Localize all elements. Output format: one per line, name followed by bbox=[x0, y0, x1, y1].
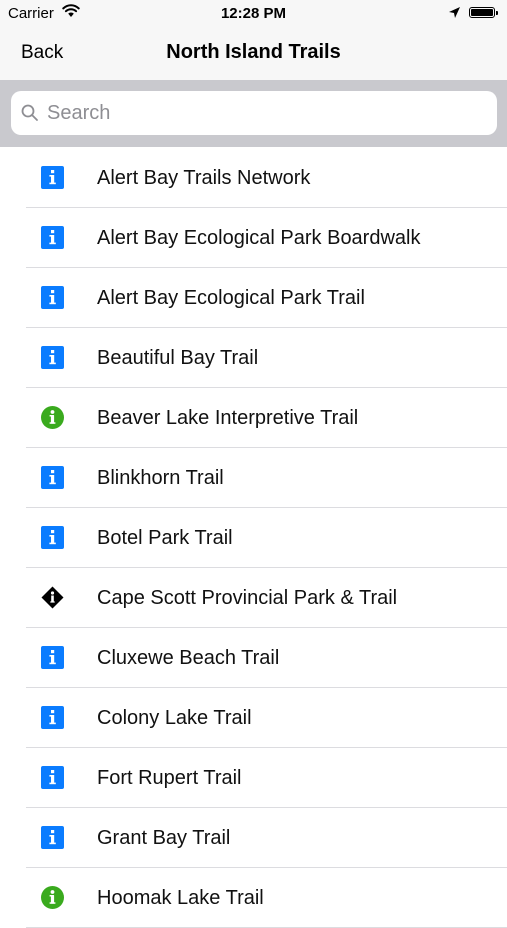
trail-list: Alert Bay Trails Network Alert Bay Ecolog… bbox=[0, 148, 507, 928]
info-square-icon bbox=[41, 346, 64, 369]
trail-row[interactable]: Beaver Lake Interpretive Trail bbox=[0, 388, 507, 448]
info-circle-icon bbox=[41, 406, 64, 429]
search-field[interactable] bbox=[11, 91, 497, 135]
search-icon bbox=[21, 104, 39, 127]
info-square-icon bbox=[41, 226, 64, 249]
info-square-icon bbox=[41, 766, 64, 789]
search-input[interactable] bbox=[47, 91, 487, 135]
trail-row[interactable]: Botel Park Trail bbox=[0, 508, 507, 568]
trail-name: Fort Rupert Trail bbox=[97, 767, 242, 789]
page-title: North Island Trails bbox=[166, 41, 341, 63]
trail-name: Alert Bay Ecological Park Trail bbox=[97, 287, 365, 309]
trail-row[interactable]: Cape Scott Provincial Park & Trail bbox=[0, 568, 507, 628]
trail-name: Alert Bay Ecological Park Boardwalk bbox=[97, 227, 421, 249]
info-square-icon bbox=[41, 166, 64, 189]
trail-row[interactable]: Alert Bay Ecological Park Boardwalk bbox=[0, 208, 507, 268]
info-square-icon bbox=[41, 466, 64, 489]
info-square-icon bbox=[41, 526, 64, 549]
status-time: 12:28 PM bbox=[220, 5, 287, 22]
trail-name: Beautiful Bay Trail bbox=[97, 347, 259, 369]
trail-row[interactable]: Cluxewe Beach Trail bbox=[0, 628, 507, 688]
trail-name: Alert Bay Trails Network bbox=[97, 167, 311, 189]
status-bar: Carrier 12:28 PM bbox=[0, 0, 507, 28]
trail-row[interactable]: Blinkhorn Trail bbox=[0, 448, 507, 508]
trail-name: Cape Scott Provincial Park & Trail bbox=[97, 587, 398, 609]
trail-row[interactable]: Alert Bay Ecological Park Trail bbox=[0, 268, 507, 328]
trail-row[interactable]: Beautiful Bay Trail bbox=[0, 328, 507, 388]
trail-row[interactable]: Fort Rupert Trail bbox=[0, 748, 507, 808]
trail-name: Cluxewe Beach Trail bbox=[97, 647, 280, 669]
trail-name: Botel Park Trail bbox=[97, 527, 233, 549]
trail-row[interactable]: Colony Lake Trail bbox=[0, 688, 507, 748]
trail-name: Beaver Lake Interpretive Trail bbox=[97, 407, 359, 429]
trail-name: Colony Lake Trail bbox=[97, 707, 252, 729]
info-square-icon bbox=[41, 286, 64, 309]
info-square-icon bbox=[41, 826, 64, 849]
trail-row[interactable]: Hoomak Lake Trail bbox=[0, 868, 507, 928]
info-circle-icon bbox=[41, 886, 64, 909]
info-square-icon bbox=[41, 646, 64, 669]
battery-icon bbox=[469, 7, 498, 18]
trail-name: Grant Bay Trail bbox=[97, 827, 231, 849]
info-square-icon bbox=[41, 706, 64, 729]
trail-name: Blinkhorn Trail bbox=[97, 467, 224, 489]
trail-row[interactable]: Grant Bay Trail bbox=[0, 808, 507, 868]
black-diamond-icon bbox=[41, 586, 64, 609]
navigation-bar: Back North Island Trails bbox=[0, 28, 507, 80]
location-arrow-icon bbox=[448, 6, 461, 24]
trail-row[interactable]: Alert Bay Trails Network bbox=[0, 148, 507, 208]
trail-name: Hoomak Lake Trail bbox=[97, 887, 264, 909]
search-bar bbox=[0, 80, 507, 147]
